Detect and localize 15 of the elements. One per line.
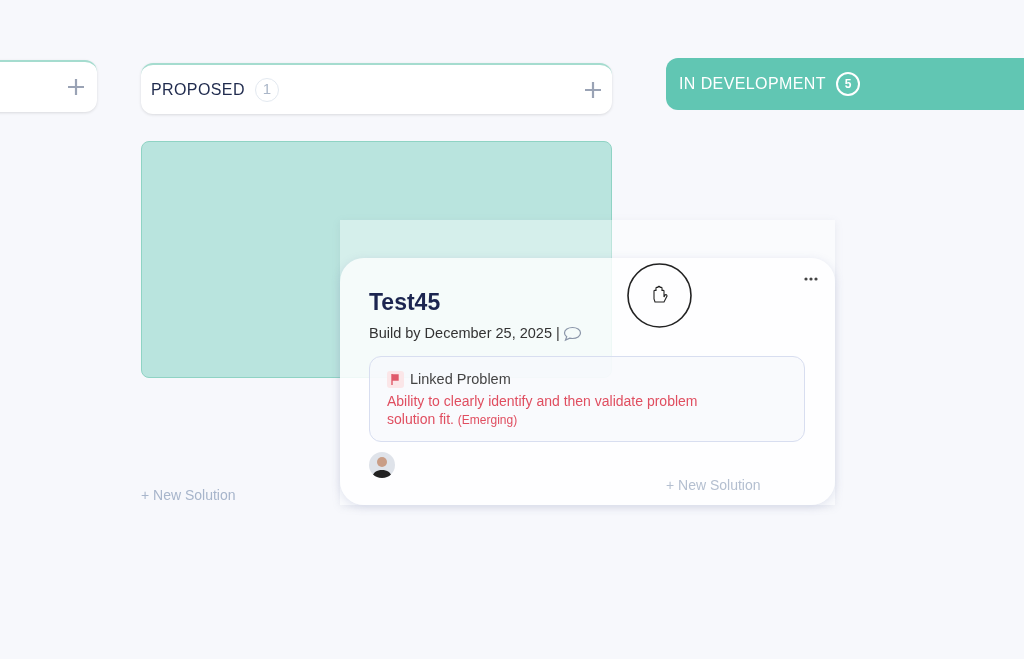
card-title: Test45	[369, 288, 442, 317]
linked-problem-label: Linked Problem	[410, 369, 511, 389]
drag-cursor-icon	[627, 263, 692, 328]
column-title: IN DEVELOPMENT	[679, 74, 826, 94]
more-icon[interactable]	[804, 277, 818, 281]
flag-icon	[387, 370, 404, 388]
column-title: PROPOSED	[151, 79, 245, 100]
linked-problem-text[interactable]: Ability to clearly identify and then validate problem solution fit. (Emerging)	[387, 392, 742, 430]
count-badge: 5	[835, 72, 860, 96]
plus-icon[interactable]	[67, 78, 85, 96]
due-date: Build by December 25, 2025 |	[369, 323, 560, 343]
plus-icon[interactable]	[584, 80, 602, 99]
new-solution-link[interactable]: + New Solution	[141, 485, 236, 506]
avatar	[369, 452, 395, 479]
comment-icon[interactable]	[562, 325, 582, 342]
